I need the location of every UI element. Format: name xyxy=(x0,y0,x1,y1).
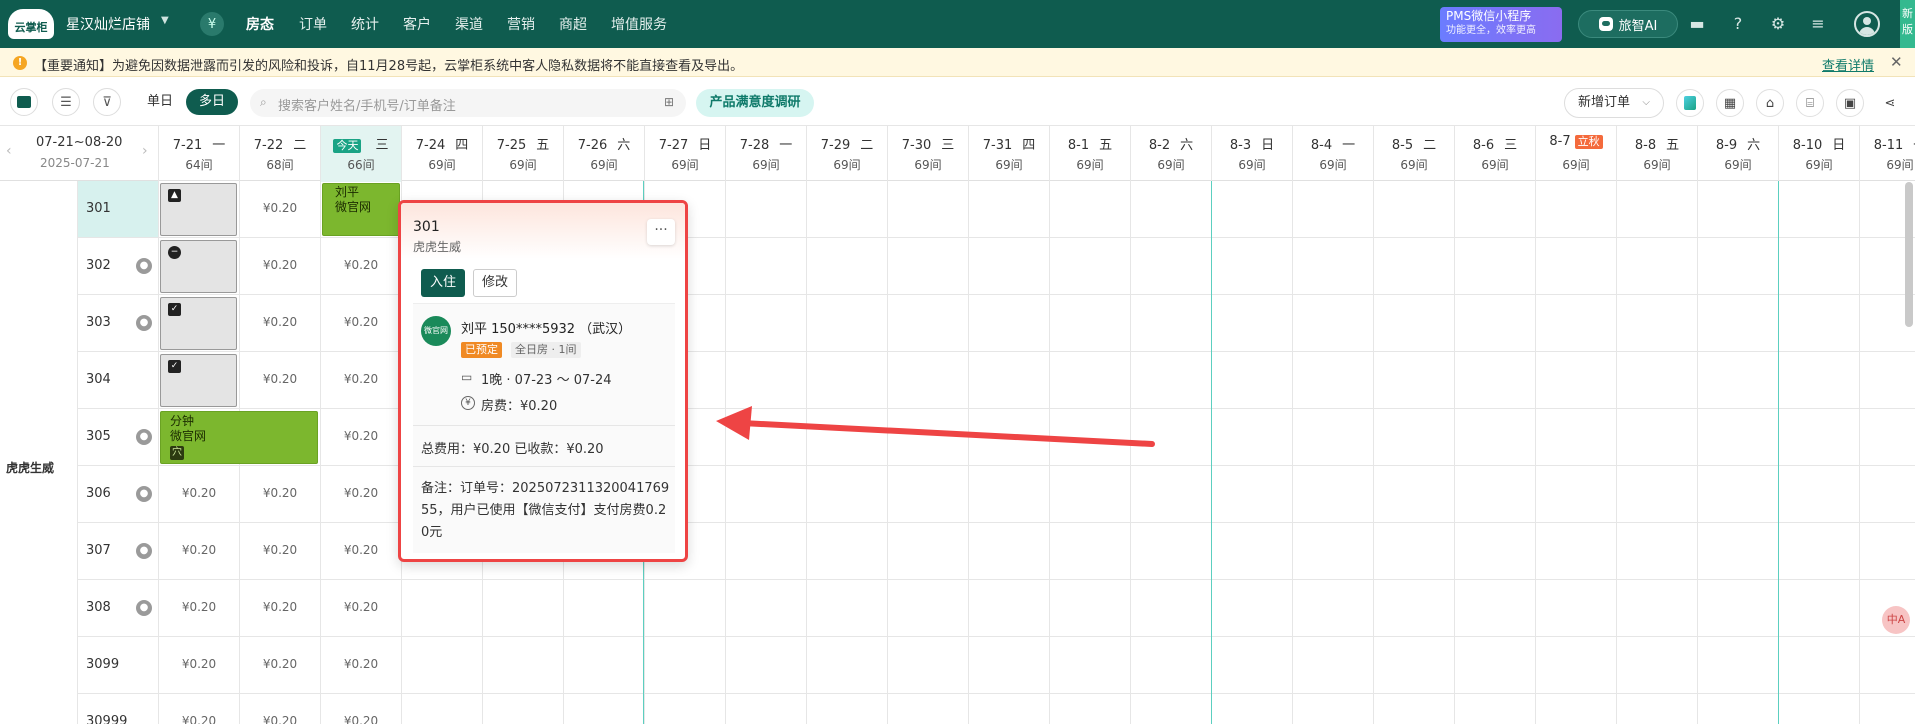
scrollbar[interactable] xyxy=(1905,182,1913,327)
annotation-arrow xyxy=(716,406,1155,447)
translate-float-button[interactable]: 中A xyxy=(1882,606,1910,634)
